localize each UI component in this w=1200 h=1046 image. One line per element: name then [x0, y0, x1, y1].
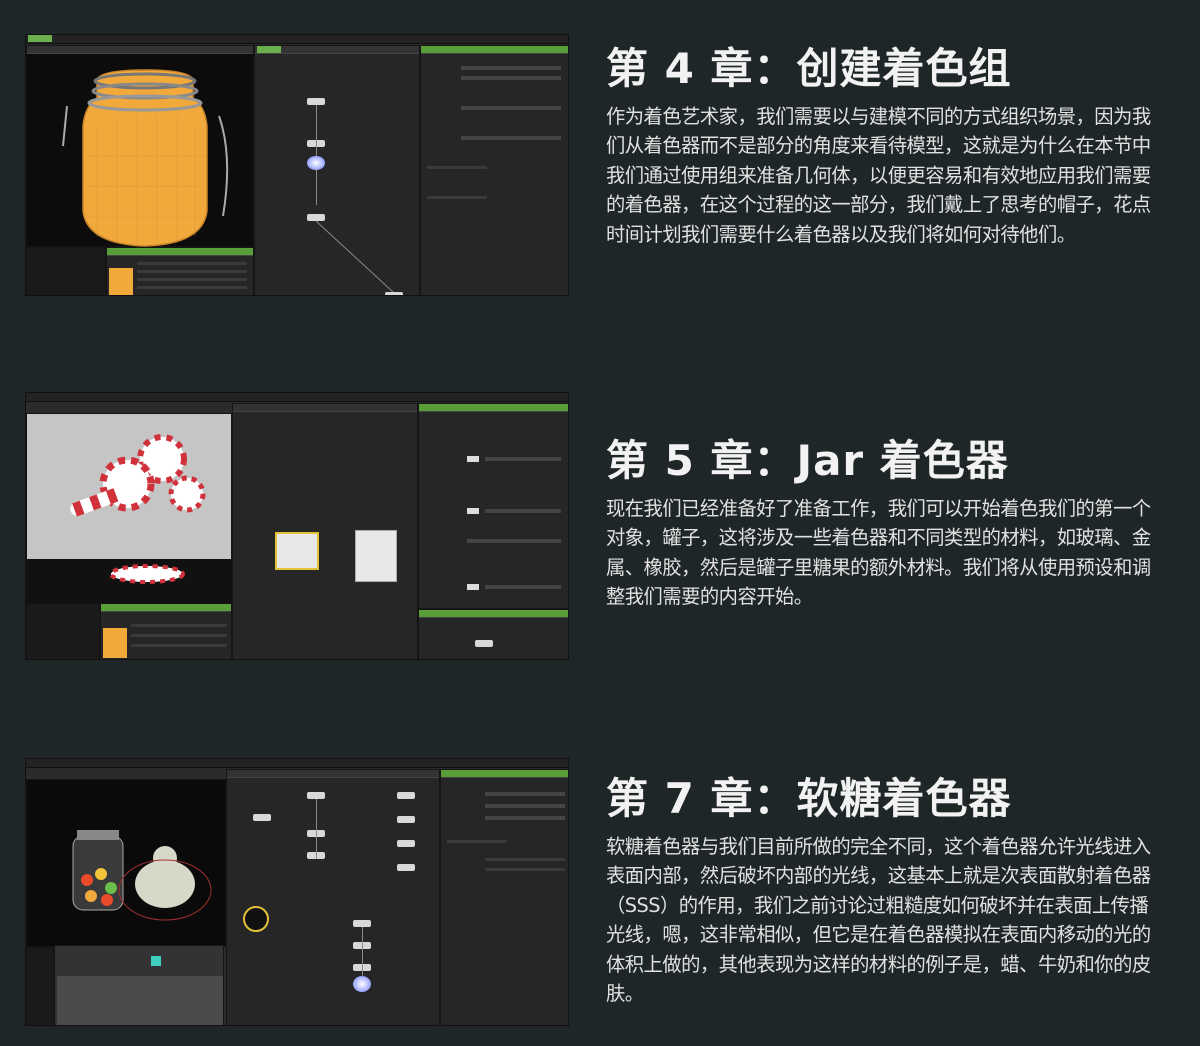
chapter-4-title: 第 4 章：创建着色组 [606, 44, 1012, 93]
chapter-7-text: 第 7 章：软糖着色器 软糖着色器与我们目前所做的完全不同，这个着色器允许光线进… [606, 774, 1166, 1008]
chapter-5-title: 第 5 章：Jar 着色器 [606, 436, 1009, 485]
chapter-5-text: 第 5 章：Jar 着色器 现在我们已经准备好了准备工作，我们可以开始着色我们的… [606, 436, 1166, 612]
chapter-4-screenshot [25, 34, 569, 296]
chapter-7-screenshot [25, 758, 569, 1026]
chapter-7-title: 第 7 章：软糖着色器 [606, 774, 1012, 823]
chapter-7-body: 软糖着色器与我们目前所做的完全不同，这个着色器允许光线进入表面内部，然后破坏内部… [606, 835, 1151, 1006]
chapter-5-screenshot [25, 392, 569, 660]
jar-render-icon [62, 69, 229, 247]
chapter-5-body: 现在我们已经准备好了准备工作，我们可以开始着色我们的第一个对象，罐子，这将涉及一… [606, 497, 1151, 609]
chapter-section-5: 第 5 章：Jar 着色器 现在我们已经准备好了准备工作，我们可以开始着色我们的… [0, 380, 1200, 680]
chapter-section-4: 第 4 章：创建着色组 作为着色艺术家，我们需要以与建模不同的方式组织场景，因为… [0, 0, 1200, 330]
gummy-render-icon [72, 830, 212, 921]
chapter-4-text: 第 4 章：创建着色组 作为着色艺术家，我们需要以与建模不同的方式组织场景，因为… [606, 44, 1166, 249]
chapter-section-7: 第 7 章：软糖着色器 软糖着色器与我们目前所做的完全不同，这个着色器允许光线进… [0, 740, 1200, 1040]
candy-render-icon [27, 434, 233, 604]
chapter-4-body: 作为着色艺术家，我们需要以与建模不同的方式组织场景，因为我们从着色器而不是部分的… [606, 105, 1151, 246]
